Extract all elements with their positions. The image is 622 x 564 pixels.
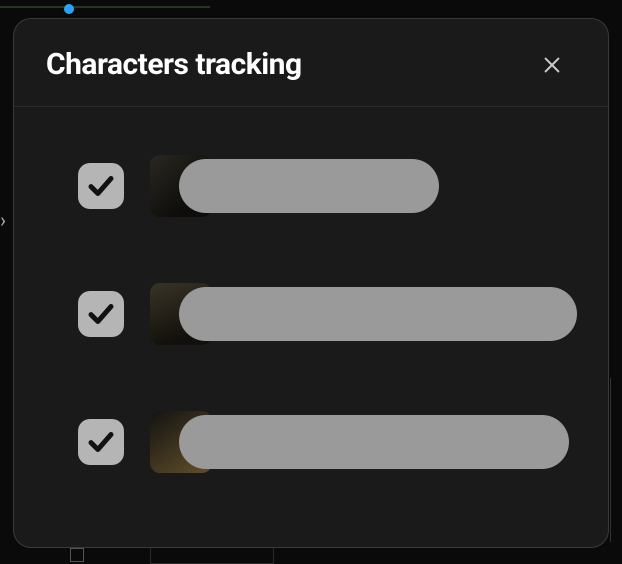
check-icon (86, 427, 116, 457)
character-checkbox[interactable] (78, 163, 124, 209)
character-name-redacted (179, 287, 577, 341)
character-name-redacted (179, 415, 569, 469)
character-row (78, 411, 568, 473)
check-icon (86, 299, 116, 329)
character-name-redacted (179, 159, 439, 213)
modal-header: Characters tracking (14, 19, 608, 107)
characters-tracking-modal: Characters tracking (13, 18, 609, 548)
modal-title: Characters tracking (46, 47, 302, 82)
close-button[interactable] (536, 49, 568, 81)
close-icon (541, 54, 563, 76)
check-icon (86, 171, 116, 201)
character-checkbox[interactable] (78, 291, 124, 337)
modal-body (14, 107, 608, 493)
character-row (78, 155, 568, 217)
character-checkbox[interactable] (78, 419, 124, 465)
character-row (78, 283, 568, 345)
background-text: › (0, 208, 6, 232)
